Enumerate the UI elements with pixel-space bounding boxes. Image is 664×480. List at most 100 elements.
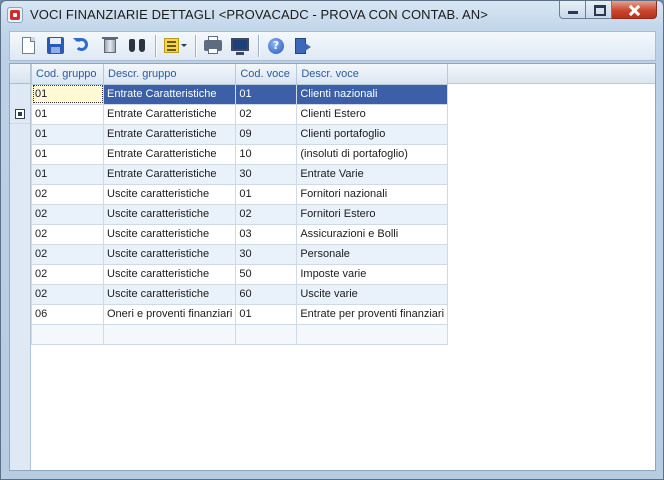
cell-descr-gruppo[interactable]: Entrate Caratteristiche bbox=[102, 143, 237, 165]
cell-descr-voce[interactable]: Entrate Varie bbox=[296, 163, 449, 185]
cell-cod-gruppo[interactable]: 02 bbox=[31, 263, 104, 285]
cell-cod-voce[interactable]: 01 bbox=[235, 83, 298, 105]
cell-cod-voce[interactable]: 60 bbox=[235, 283, 298, 305]
preview-button[interactable] bbox=[229, 35, 251, 57]
cell-cod-voce[interactable]: 01 bbox=[235, 183, 298, 205]
app-icon[interactable] bbox=[7, 7, 23, 23]
row-selector-column bbox=[10, 64, 31, 470]
cell-cod-voce[interactable]: 02 bbox=[235, 103, 298, 125]
cell-descr-gruppo[interactable]: Entrate Caratteristiche bbox=[102, 163, 237, 185]
cell-cod-gruppo[interactable]: 02 bbox=[31, 283, 104, 305]
table-row[interactable]: 02 Uscite caratteristiche 01 Fornitori n… bbox=[31, 183, 449, 205]
row-selector-header[interactable] bbox=[10, 64, 30, 84]
column-header-descr-gruppo[interactable]: Descr. gruppo bbox=[102, 64, 237, 85]
cell-cod-gruppo[interactable]: 01 bbox=[31, 143, 104, 165]
cell-cod-gruppo[interactable]: 02 bbox=[31, 203, 104, 225]
cell-descr-gruppo[interactable]: Uscite caratteristiche bbox=[102, 263, 237, 285]
column-header-cod-voce[interactable]: Cod. voce bbox=[235, 64, 298, 85]
cell-descr-gruppo[interactable] bbox=[102, 323, 237, 345]
data-grid-panel: Cod. gruppo Descr. gruppo Cod. voce Desc… bbox=[9, 63, 656, 471]
cell-cod-gruppo[interactable]: 06 bbox=[31, 303, 104, 325]
table-row[interactable]: 06 Oneri e proventi finanziari 01 Entrat… bbox=[31, 303, 449, 325]
cell-cod-voce[interactable]: 03 bbox=[235, 223, 298, 245]
table-row[interactable]: 02 Uscite caratteristiche 50 Imposte var… bbox=[31, 263, 449, 285]
cell-cod-gruppo[interactable]: 02 bbox=[31, 183, 104, 205]
close-button[interactable] bbox=[612, 1, 657, 19]
cell-cod-gruppo[interactable]: 02 bbox=[31, 223, 104, 245]
cell-descr-voce[interactable]: Clienti Estero bbox=[296, 103, 449, 125]
exit-button[interactable] bbox=[292, 35, 314, 57]
undo-arrow-icon bbox=[73, 38, 88, 51]
cell-descr-gruppo[interactable]: Uscite caratteristiche bbox=[102, 243, 237, 265]
cell-cod-gruppo[interactable]: 01 bbox=[31, 163, 104, 185]
cell-cod-gruppo[interactable]: 01 bbox=[31, 83, 104, 105]
help-button[interactable]: ? bbox=[265, 35, 287, 57]
cell-descr-voce[interactable]: Imposte varie bbox=[296, 263, 449, 285]
cell-cod-voce[interactable] bbox=[235, 323, 298, 345]
table-row[interactable]: 01 Entrate Caratteristiche 02 Clienti Es… bbox=[31, 103, 449, 125]
cell-descr-gruppo[interactable]: Entrate Caratteristiche bbox=[102, 103, 237, 125]
current-record-icon bbox=[15, 109, 25, 119]
list-view-icon bbox=[164, 38, 179, 53]
help-icon: ? bbox=[268, 38, 284, 54]
title-bar[interactable]: VOCI FINANZIARIE DETTAGLI <PROVACADC - P… bbox=[1, 1, 663, 29]
cell-cod-voce[interactable]: 30 bbox=[235, 243, 298, 265]
cell-descr-voce[interactable]: Clienti portafoglio bbox=[296, 123, 449, 145]
toolbar-separator bbox=[258, 35, 259, 57]
cell-descr-gruppo[interactable]: Uscite caratteristiche bbox=[102, 183, 237, 205]
table-row[interactable]: 01 Entrate Caratteristiche 30 Entrate Va… bbox=[31, 163, 449, 185]
undo-button[interactable] bbox=[72, 35, 94, 57]
new-record-row[interactable] bbox=[31, 323, 449, 345]
cell-descr-gruppo[interactable]: Uscite caratteristiche bbox=[102, 283, 237, 305]
binoculars-icon bbox=[129, 39, 145, 53]
cell-descr-voce[interactable]: Uscite varie bbox=[296, 283, 449, 305]
cell-descr-voce[interactable]: (insoluti di portafoglio) bbox=[296, 143, 449, 165]
cell-cod-voce[interactable]: 01 bbox=[235, 303, 298, 325]
cell-descr-voce[interactable]: Clienti nazionali bbox=[296, 83, 449, 105]
table-row[interactable]: 01 Entrate Caratteristiche 01 Clienti na… bbox=[31, 83, 449, 105]
cell-descr-voce[interactable] bbox=[296, 323, 449, 345]
table-row[interactable]: 02 Uscite caratteristiche 02 Fornitori E… bbox=[31, 203, 449, 225]
table-row[interactable]: 02 Uscite caratteristiche 60 Uscite vari… bbox=[31, 283, 449, 305]
cell-descr-voce[interactable]: Personale bbox=[296, 243, 449, 265]
list-view-dropdown-button[interactable] bbox=[162, 35, 188, 57]
find-button[interactable] bbox=[126, 35, 148, 57]
window-title: VOCI FINANZIARIE DETTAGLI <PROVACADC - P… bbox=[30, 7, 488, 22]
cell-descr-voce[interactable]: Fornitori Estero bbox=[296, 203, 449, 225]
caption-buttons bbox=[559, 1, 657, 19]
maximize-button[interactable] bbox=[586, 1, 612, 19]
cell-cod-voce[interactable]: 30 bbox=[235, 163, 298, 185]
cell-descr-voce[interactable]: Assicurazioni e Bolli bbox=[296, 223, 449, 245]
cell-cod-voce[interactable]: 09 bbox=[235, 123, 298, 145]
delete-button[interactable] bbox=[99, 35, 121, 57]
new-button[interactable] bbox=[18, 35, 40, 57]
row-selector-current[interactable] bbox=[10, 104, 30, 124]
table-row[interactable]: 01 Entrate Caratteristiche 09 Clienti po… bbox=[31, 123, 449, 145]
cell-descr-gruppo[interactable]: Uscite caratteristiche bbox=[102, 203, 237, 225]
cell-descr-gruppo[interactable]: Oneri e proventi finanziari bbox=[102, 303, 237, 325]
new-document-icon bbox=[22, 37, 35, 54]
voci-grid: Cod. gruppo Descr. gruppo Cod. voce Desc… bbox=[31, 64, 449, 345]
cell-cod-gruppo[interactable]: 02 bbox=[31, 243, 104, 265]
cell-cod-voce[interactable]: 50 bbox=[235, 263, 298, 285]
cell-descr-gruppo[interactable]: Entrate Caratteristiche bbox=[102, 83, 237, 105]
minimize-button[interactable] bbox=[559, 1, 586, 19]
cell-cod-gruppo[interactable] bbox=[31, 323, 104, 345]
table-row[interactable]: 02 Uscite caratteristiche 03 Assicurazio… bbox=[31, 223, 449, 245]
table-row[interactable]: 02 Uscite caratteristiche 30 Personale bbox=[31, 243, 449, 265]
cell-cod-voce[interactable]: 02 bbox=[235, 203, 298, 225]
cell-cod-gruppo[interactable]: 01 bbox=[31, 103, 104, 125]
cell-cod-gruppo[interactable]: 01 bbox=[31, 123, 104, 145]
cell-descr-voce[interactable]: Entrate per proventi finanziari bbox=[296, 303, 449, 325]
monitor-icon bbox=[231, 38, 249, 55]
cell-descr-gruppo[interactable]: Entrate Caratteristiche bbox=[102, 123, 237, 145]
save-button[interactable] bbox=[45, 35, 67, 57]
column-header-cod-gruppo[interactable]: Cod. gruppo bbox=[31, 64, 104, 85]
save-disk-icon bbox=[47, 37, 64, 54]
table-row[interactable]: 01 Entrate Caratteristiche 10 (insoluti … bbox=[31, 143, 449, 165]
column-header-descr-voce[interactable]: Descr. voce bbox=[296, 64, 449, 85]
print-button[interactable] bbox=[202, 35, 224, 57]
cell-descr-gruppo[interactable]: Uscite caratteristiche bbox=[102, 223, 237, 245]
cell-descr-voce[interactable]: Fornitori nazionali bbox=[296, 183, 449, 205]
cell-cod-voce[interactable]: 10 bbox=[235, 143, 298, 165]
